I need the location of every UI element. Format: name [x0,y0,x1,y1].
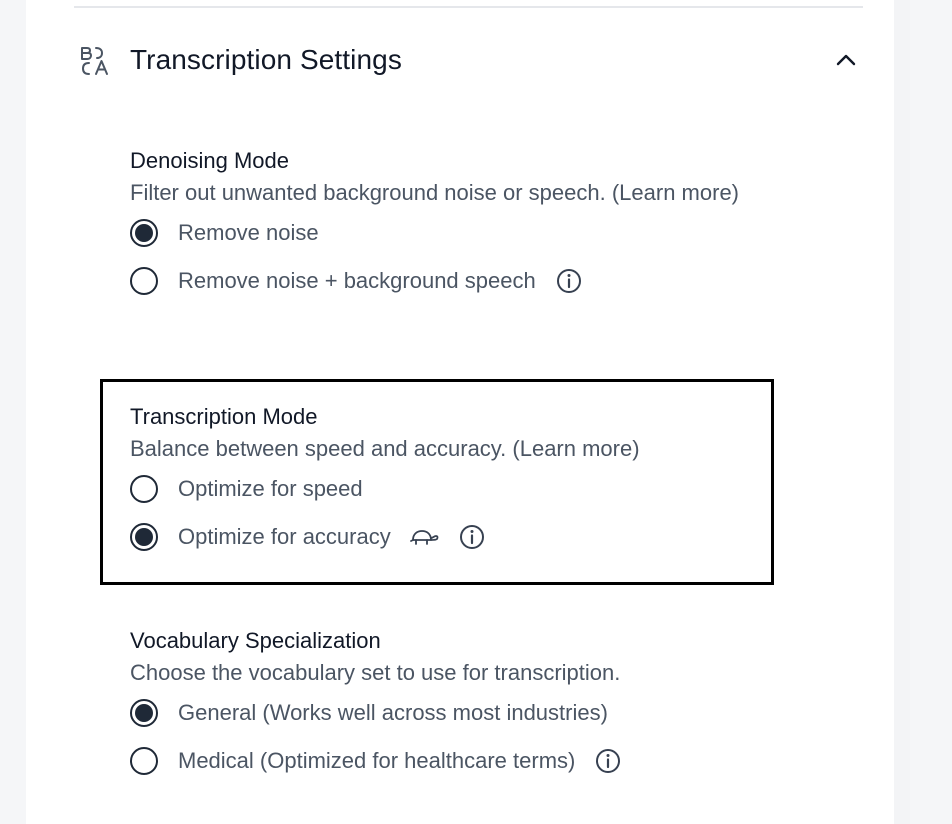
option-medical[interactable]: Medical (Optimized for healthcare terms) [130,737,790,785]
vocabulary-specialization-title: Vocabulary Specialization [130,628,381,653]
option-label: Medical (Optimized for healthcare terms) [178,748,576,773]
denoising-mode-title: Denoising Mode [130,148,289,173]
option-label: Remove noise + background speech [178,268,536,293]
option-label: Optimize for speed [178,476,363,501]
info-icon[interactable] [595,748,621,774]
translate-icon [81,47,108,75]
radio-button-selected[interactable] [130,219,158,247]
info-icon[interactable] [556,268,582,294]
turtle-icon [409,530,439,545]
option-label: General (Works well across most industri… [178,700,608,725]
vocabulary-specialization-description: Choose the vocabulary set to use for tra… [130,660,621,685]
option-label: Remove noise [178,220,319,245]
option-general[interactable]: General (Works well across most industri… [130,689,790,737]
transcription-mode-title: Transcription Mode [130,404,318,429]
section-divider [74,6,863,8]
radio-dot [135,704,153,722]
option-remove-noise[interactable]: Remove noise [130,209,790,257]
radio-button-selected[interactable] [130,699,158,727]
radio-dot [135,528,153,546]
transcription-mode-description: Balance between speed and accuracy. (Lea… [130,436,640,461]
radio-button-selected[interactable] [130,523,158,551]
transcription-mode-group: Transcription Mode Balance between speed… [130,401,790,561]
option-label: Optimize for accuracy [178,524,391,549]
option-optimize-speed[interactable]: Optimize for speed [130,465,790,513]
chevron-up-icon[interactable] [834,52,858,68]
radio-button[interactable] [130,747,158,775]
vocabulary-specialization-group: Vocabulary Specialization Choose the voc… [130,625,790,785]
denoising-mode-group: Denoising Mode Filter out unwanted backg… [130,145,790,305]
scroll-gutter [894,0,910,824]
option-optimize-accuracy[interactable]: Optimize for accuracy [130,513,790,561]
radio-button[interactable] [130,267,158,295]
denoising-mode-description: Filter out unwanted background noise or … [130,180,740,205]
info-icon[interactable] [459,524,485,550]
radio-button[interactable] [130,475,158,503]
transcription-settings-header[interactable]: Transcription Settings [74,34,863,86]
section-title: Transcription Settings [130,44,402,75]
option-remove-noise-background-speech[interactable]: Remove noise + background speech [130,257,790,305]
radio-dot [135,224,153,242]
